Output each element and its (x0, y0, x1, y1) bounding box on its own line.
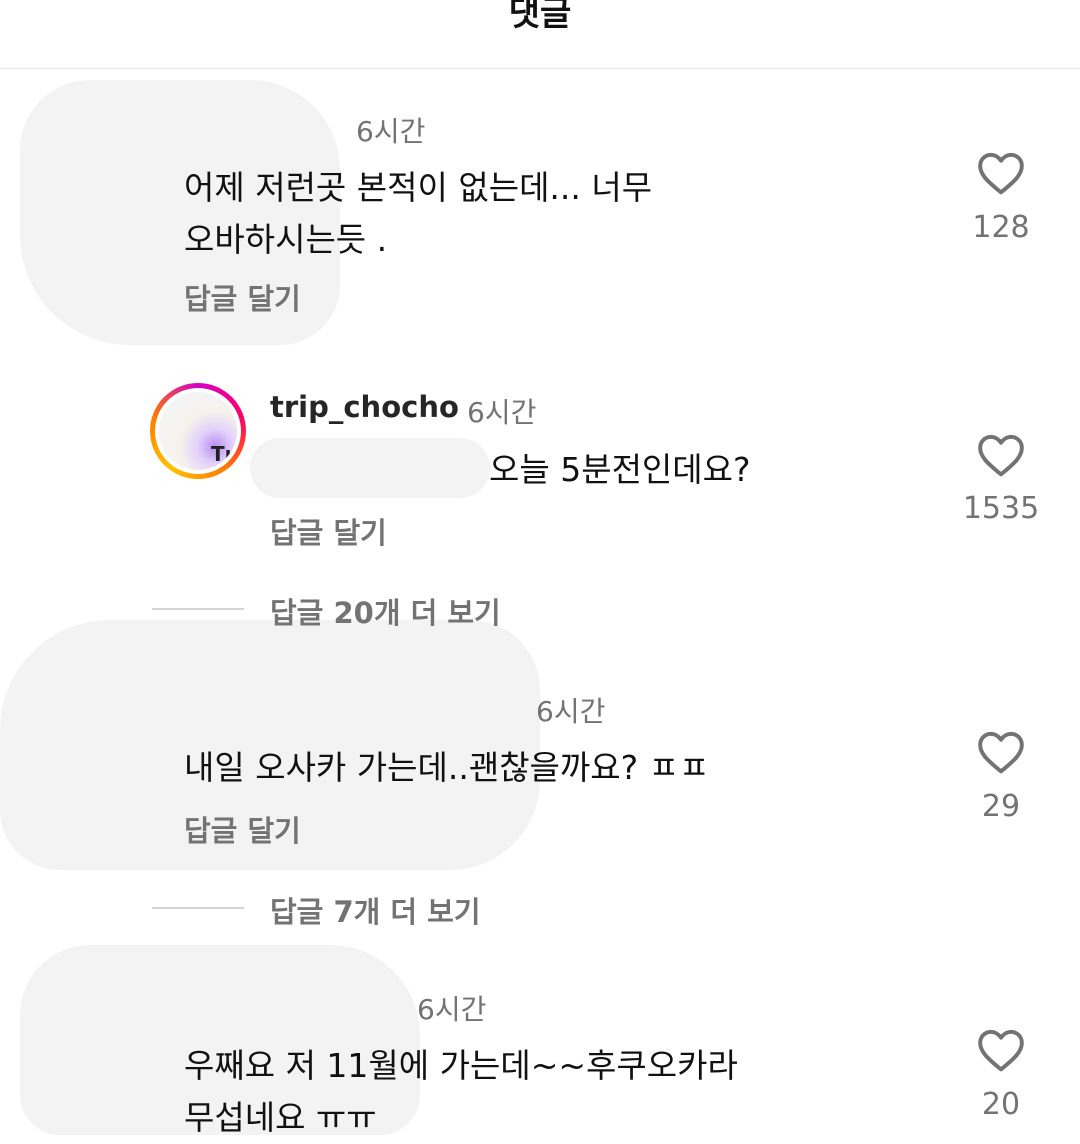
comment-text: 우째요 저 11월에 가는데~~후쿠오카라 무섭네요 ㅠㅠ (184, 1040, 738, 1144)
avatar[interactable]: Tı (150, 383, 246, 479)
like-count: 20 (981, 1087, 1021, 1122)
like-count: 1535 (962, 491, 1040, 526)
like-count: 128 (972, 210, 1030, 245)
heart-outline-icon[interactable] (976, 150, 1026, 196)
view-more-replies-button[interactable]: 답글 7개 더 보기 (270, 889, 481, 931)
view-replies-divider (152, 608, 244, 610)
comment-text-line: 우째요 저 11월에 가는데~~후쿠오카라 (184, 1046, 738, 1085)
avatar-text: Tı (211, 442, 232, 466)
comment-text: 내일 오사카 가는데..괜찮을까요? ㅍㅍ (184, 742, 709, 794)
comment-time: 6시간 (467, 396, 537, 429)
comments-header: 댓글 (0, 0, 1080, 69)
comment-time: 6시간 (356, 115, 426, 148)
comment-text: 어제 저런곳 본적이 없는데... 너무 오바하시는듯 . (184, 162, 652, 266)
reply-button[interactable]: 답글 달기 (270, 510, 387, 552)
redaction-mark (250, 438, 490, 498)
reply-button[interactable]: 답글 달기 (184, 808, 301, 850)
comment-username[interactable]: trip_chocho (270, 390, 459, 424)
comment-time: 6시간 (417, 993, 487, 1026)
heart-outline-icon[interactable] (976, 1027, 1026, 1073)
comment-text-line: 어제 저런곳 본적이 없는데... 너무 (184, 168, 653, 207)
like-count: 29 (981, 789, 1021, 824)
comment-text-line: 무섭네요 ㅠㅠ (184, 1098, 377, 1137)
avatar-image: Tı (159, 392, 237, 470)
comment-text-line: 오바하시는듯 . (184, 220, 388, 259)
comment-text: 오늘 5분전인데요? (489, 444, 751, 496)
comment-text-line: 오늘 5분전인데요? (489, 450, 751, 489)
heart-outline-icon[interactable] (976, 729, 1026, 775)
comment-time: 6시간 (536, 695, 606, 728)
reply-button[interactable]: 답글 달기 (184, 276, 301, 318)
header-title: 댓글 (508, 0, 572, 34)
view-replies-divider (152, 907, 244, 909)
comment-text-line: 내일 오사카 가는데..괜찮을까요? ㅍㅍ (184, 748, 710, 787)
view-more-replies-button[interactable]: 답글 20개 더 보기 (270, 590, 501, 632)
heart-outline-icon[interactable] (976, 432, 1026, 478)
